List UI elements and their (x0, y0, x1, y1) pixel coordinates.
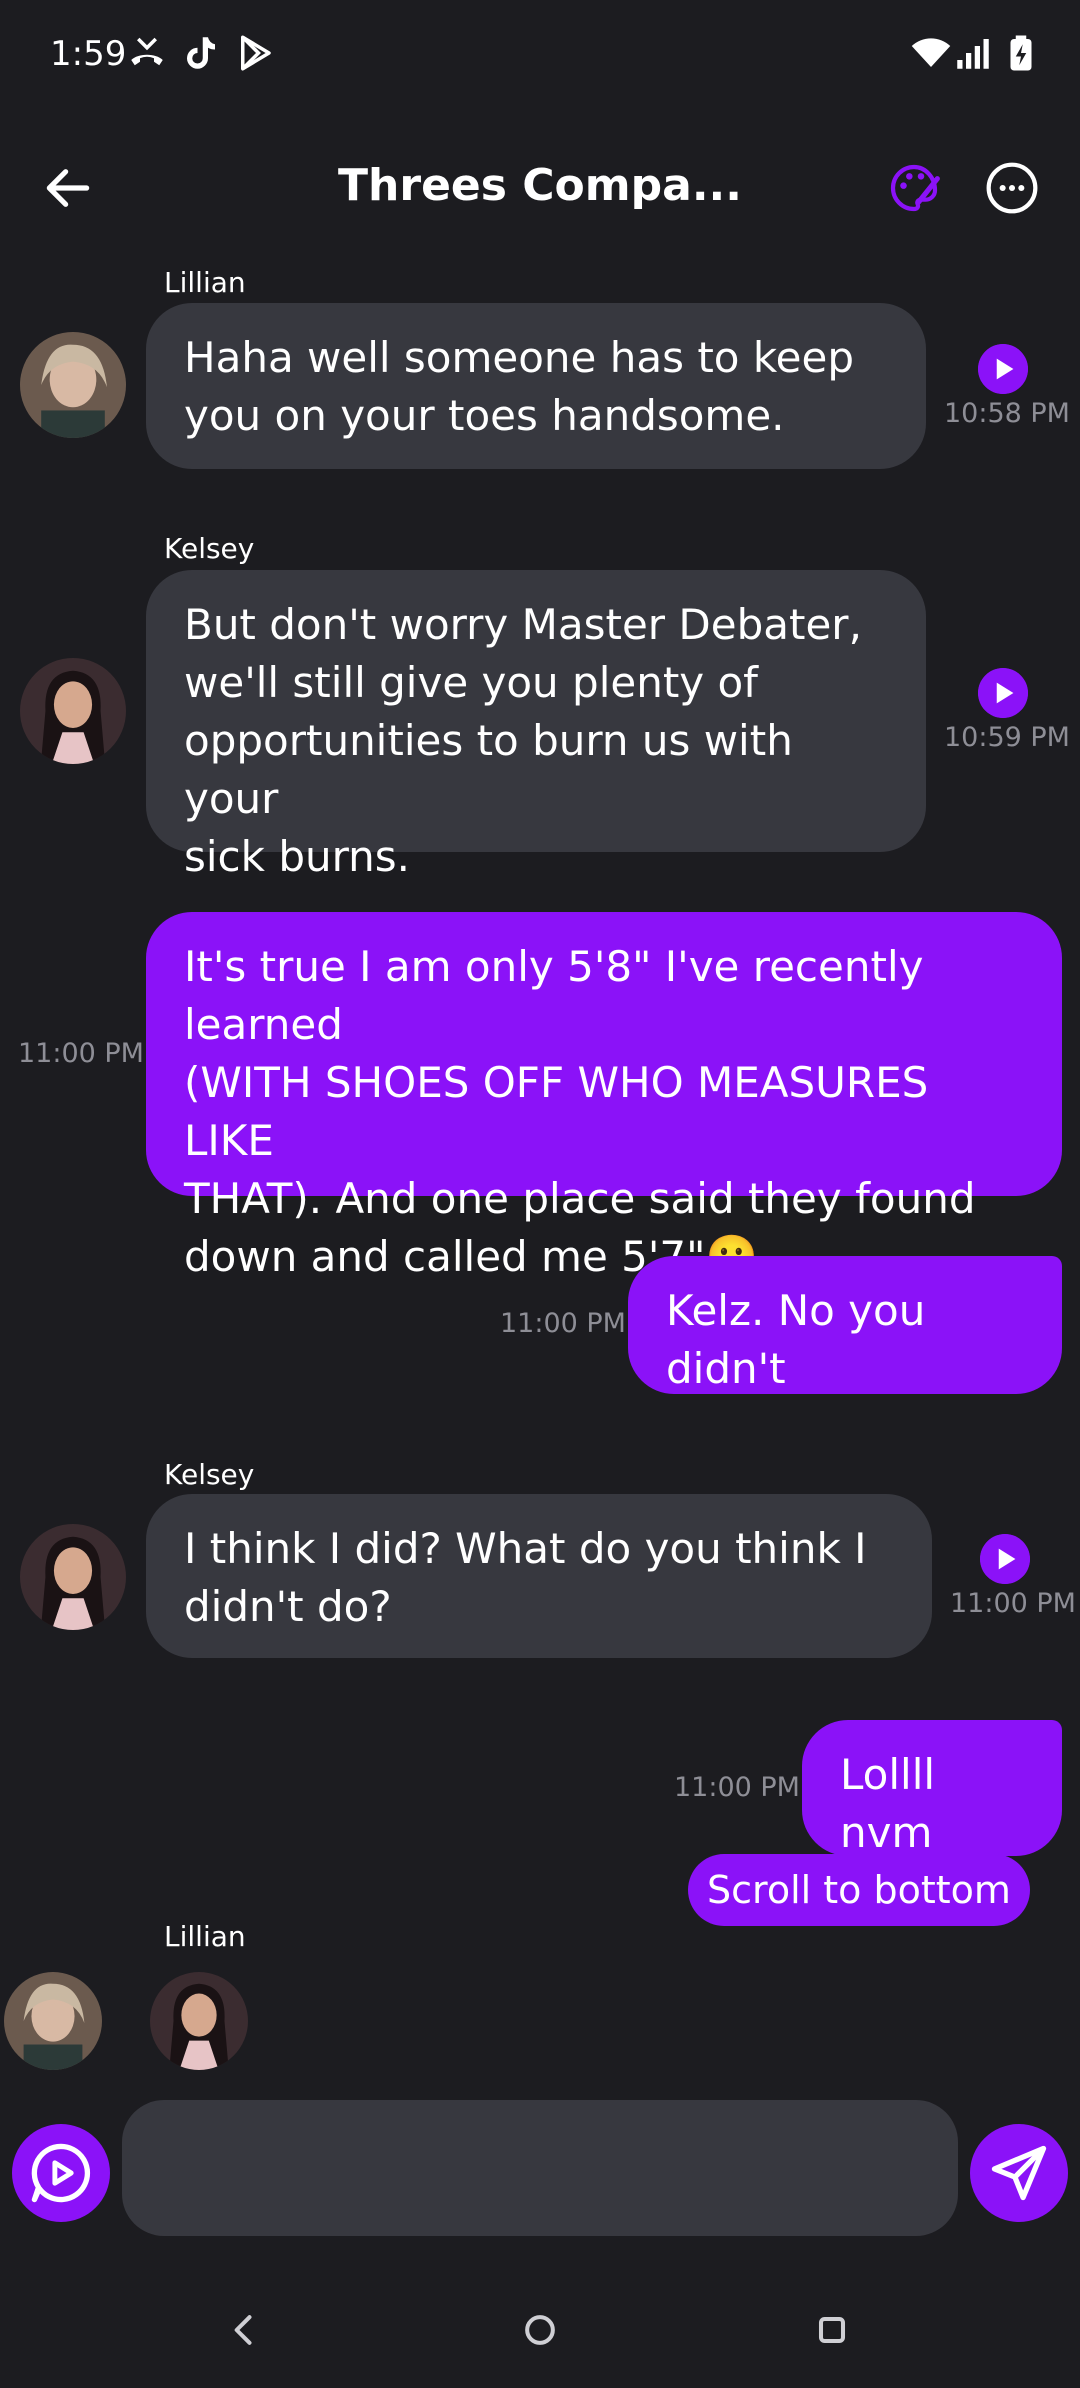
message-bubble[interactable]: But don't worry Master Debater, we'll st… (146, 570, 926, 881)
message-bubble[interactable]: Kelz. No you didn't (628, 1256, 1062, 1394)
message-bubble[interactable]: Lollll nvm (802, 1720, 1062, 1857)
nav-back-icon[interactable] (222, 2308, 266, 2352)
message-sender: Kelsey (164, 1458, 255, 1491)
signal-icon (957, 39, 989, 69)
message-timestamp: 10:59 PM (944, 722, 1070, 753)
avatar-kelsey[interactable] (20, 658, 126, 764)
message-input[interactable] (122, 2100, 958, 2236)
message-timestamp: 11:00 PM (674, 1772, 800, 1803)
message-bubble[interactable]: Haha well someone has to keep you on you… (146, 303, 926, 469)
avatar-lillian[interactable] (4, 1972, 102, 2070)
play-audio-icon[interactable] (980, 1534, 1030, 1584)
nav-recents-icon[interactable] (810, 2308, 854, 2352)
play-store-icon (241, 35, 271, 71)
avatar-kelsey[interactable] (150, 1972, 248, 2070)
voice-play-button[interactable] (12, 2124, 110, 2222)
play-circle-icon (31, 2143, 91, 2203)
message-timestamp: 11:00 PM (18, 1038, 144, 1069)
message-timestamp: 11:00 PM (950, 1588, 1076, 1619)
message-timestamp: 10:58 PM (944, 398, 1070, 429)
avatar-lillian[interactable] (20, 332, 126, 438)
tiktok-icon (187, 37, 215, 69)
battery-charging-icon (1010, 35, 1032, 71)
play-audio-icon[interactable] (978, 668, 1028, 718)
message-sender: Kelsey (164, 532, 255, 565)
play-audio-icon[interactable] (978, 344, 1028, 394)
scroll-to-bottom-button[interactable]: Scroll to bottom (688, 1854, 1030, 1926)
typing-sender: Lillian (164, 1920, 246, 1953)
send-icon (991, 2145, 1047, 2201)
message-bubble[interactable]: I think I did? What do you think I didn'… (146, 1494, 932, 1658)
status-time: 1:59 (50, 34, 127, 74)
missed-call-icon (131, 37, 163, 66)
nav-home-icon[interactable] (518, 2308, 562, 2352)
avatar-kelsey[interactable] (20, 1524, 126, 1630)
wifi-icon (911, 38, 951, 67)
message-bubble[interactable]: It's true I am only 5'8" I've recently l… (146, 912, 1062, 1281)
more-options-button[interactable] (984, 160, 1040, 216)
message-timestamp: 11:00 PM (500, 1308, 626, 1339)
message-sender: Lillian (164, 266, 246, 299)
send-button[interactable] (970, 2124, 1068, 2222)
palette-icon[interactable] (886, 160, 942, 216)
